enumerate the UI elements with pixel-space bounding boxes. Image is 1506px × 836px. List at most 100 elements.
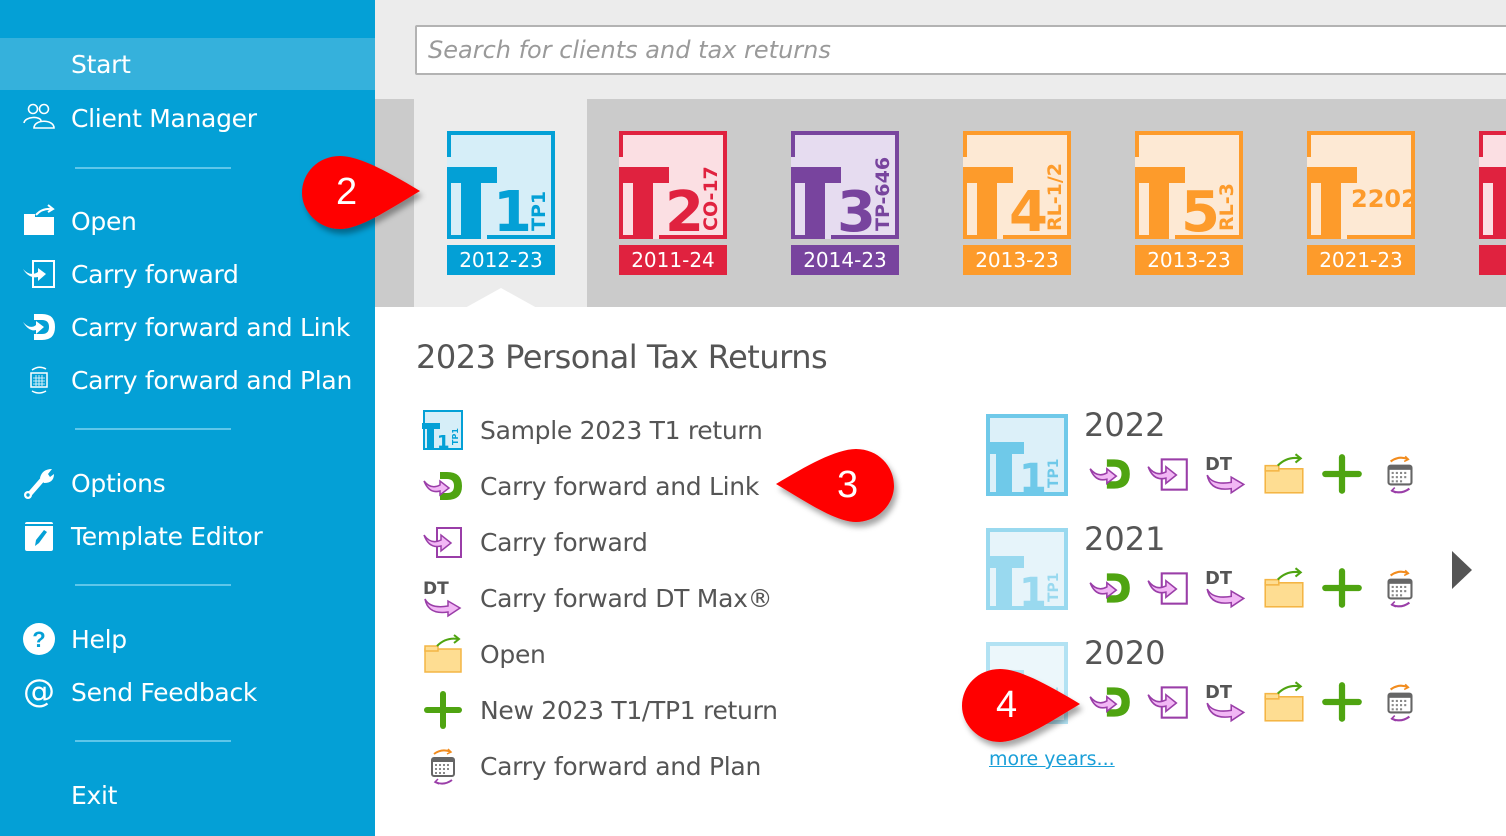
year-actions: DT: [1086, 678, 1434, 726]
callout-number: 2: [336, 171, 358, 213]
at-sign-icon: @: [22, 675, 56, 709]
product-tile-t4[interactable]: 4 RL-1/2 2013-23: [963, 131, 1071, 275]
dt-max-icon[interactable]: DT: [1202, 564, 1260, 612]
year-block-2021: 1 TP1 2021 DT: [986, 520, 1446, 628]
action-carry-forward[interactable]: Carry forward: [420, 518, 648, 566]
folder-open-icon[interactable]: [1260, 564, 1318, 612]
action-carry-forward-and-link[interactable]: Carry forward and Link: [420, 462, 759, 510]
next-arrow-icon[interactable]: [1452, 551, 1472, 589]
product-tile-t1[interactable]: 1 TP1 2012-23: [447, 131, 555, 275]
calendar-cycle-icon: [22, 363, 56, 397]
sidebar-item-carry-forward[interactable]: Carry forward: [0, 248, 375, 300]
folder-open-icon[interactable]: [1260, 678, 1318, 726]
plus-icon: [420, 687, 466, 733]
action-sample-2023-t1-return[interactable]: 1 TP1 Sample 2023 T1 return: [420, 406, 763, 454]
action-new-2023-t1-tp1-return[interactable]: New 2023 T1/TP1 return: [420, 686, 778, 734]
carry-forward-icon[interactable]: [1144, 564, 1202, 612]
sidebar-item-label: Exit: [71, 780, 118, 810]
folder-open-icon[interactable]: [1260, 450, 1318, 498]
product-tile-t2202[interactable]: 2202 2021-23: [1307, 131, 1415, 275]
callout-3: 3: [774, 446, 894, 526]
sidebar-item-send-feedback[interactable]: @ Send Feedback: [0, 666, 375, 718]
product-subcode: CO-17: [700, 166, 722, 231]
action-label: Carry forward DT Max®: [480, 583, 773, 613]
plus-icon[interactable]: [1318, 450, 1376, 498]
search-box[interactable]: [415, 25, 1506, 75]
folder-open-icon: [420, 631, 466, 677]
carry-forward-link-icon[interactable]: [1086, 450, 1144, 498]
year-label: 2022: [1084, 406, 1166, 444]
svg-text:TP1: TP1: [1046, 572, 1062, 602]
dt-max-icon[interactable]: DT: [1202, 678, 1260, 726]
selection-notch: [465, 288, 537, 308]
sidebar-item-help[interactable]: ? Help: [0, 613, 375, 665]
carry-forward-link-icon[interactable]: [1086, 678, 1144, 726]
product-subcode: TP1: [528, 191, 550, 231]
search-input[interactable]: [417, 27, 1506, 73]
product-logo-icon: 4 RL-1/2: [963, 131, 1071, 239]
product-year-range: 2013-23: [963, 245, 1071, 275]
sidebar-item-label: Carry forward and Plan: [71, 365, 352, 395]
plus-icon[interactable]: [1318, 678, 1376, 726]
calendar-cycle-icon[interactable]: [1376, 564, 1434, 612]
calendar-cycle-icon[interactable]: [1376, 450, 1434, 498]
sidebar-divider: [75, 740, 231, 742]
carry-forward-link-icon: [420, 463, 466, 509]
sidebar-item-template-editor[interactable]: Template Editor: [0, 510, 375, 562]
svg-text:DT: DT: [1205, 683, 1232, 703]
product-digit: 2202: [1351, 185, 1415, 213]
t1-return-icon: 1 TP1: [420, 407, 466, 453]
product-subcode: TP-646: [872, 157, 894, 231]
svg-text:TP1: TP1: [1046, 458, 1062, 488]
product-logo-icon: 2202: [1307, 131, 1415, 239]
year-block-2022: 1 TP1 2022 DT: [986, 406, 1446, 514]
wrench-icon: [22, 466, 56, 500]
product-tile-t[interactable]: 20: [1479, 131, 1506, 275]
action-carry-forward-and-plan[interactable]: Carry forward and Plan: [420, 742, 761, 790]
carry-forward-icon[interactable]: [1144, 678, 1202, 726]
product-tile-t5[interactable]: 5 RL-3 2013-23: [1135, 131, 1243, 275]
sidebar-divider: [75, 167, 231, 169]
carry-forward-icon[interactable]: [1144, 450, 1202, 498]
product-logo-icon: 3 TP-646: [791, 131, 899, 239]
carry-forward-icon: [22, 257, 56, 291]
sidebar-item-label: Help: [71, 624, 127, 654]
sidebar-item-label: Client Manager: [71, 103, 257, 133]
dt-max-icon[interactable]: DT: [1202, 450, 1260, 498]
action-label: Open: [480, 639, 546, 669]
folder-open-icon: [22, 204, 56, 238]
product-year-range: 2012-23: [447, 245, 555, 275]
calendar-cycle-icon[interactable]: [1376, 678, 1434, 726]
plus-icon[interactable]: [1318, 564, 1376, 612]
sidebar-item-label: Template Editor: [71, 521, 263, 551]
product-digit: 3: [837, 180, 876, 239]
product-tile-t3[interactable]: 3 TP-646 2014-23: [791, 131, 899, 275]
action-carry-forward-dt-max[interactable]: DT Carry forward DT Max®: [420, 574, 773, 622]
sidebar-divider: [75, 584, 231, 586]
sidebar-item-label: Carry forward and Link: [71, 312, 351, 342]
carry-forward-icon: [420, 519, 466, 565]
svg-text:DT: DT: [1205, 455, 1232, 475]
sidebar-item-start[interactable]: Start: [0, 38, 375, 90]
more-years-link[interactable]: more years...: [989, 748, 1115, 770]
sidebar-item-options[interactable]: Options: [0, 457, 375, 509]
product-subcode: RL-3: [1216, 183, 1238, 231]
carry-forward-link-icon: [22, 310, 56, 344]
product-digit: 2: [665, 180, 704, 239]
dt-max-icon: DT: [420, 575, 466, 621]
sidebar-item-carry-forward-link[interactable]: Carry forward and Link: [0, 301, 375, 353]
sidebar-item-carry-forward-plan[interactable]: Carry forward and Plan: [0, 354, 375, 406]
pencil-edit-icon: [22, 519, 56, 553]
carry-forward-link-icon[interactable]: [1086, 564, 1144, 612]
year-label: 2021: [1084, 520, 1166, 558]
product-tile-t2[interactable]: 2 CO-17 2011-24: [619, 131, 727, 275]
svg-text:DT: DT: [423, 579, 449, 599]
callout-4: 4: [960, 666, 1080, 746]
product-digit: 4: [1009, 180, 1048, 239]
sidebar-item-client-manager[interactable]: Client Manager: [0, 92, 375, 144]
product-digit: 5: [1181, 180, 1220, 239]
product-subcode: RL-1/2: [1044, 163, 1066, 231]
action-open[interactable]: Open: [420, 630, 546, 678]
sidebar-item-exit[interactable]: Exit: [0, 769, 375, 821]
t1-thumbnail-icon: 1 TP1: [986, 414, 1068, 496]
